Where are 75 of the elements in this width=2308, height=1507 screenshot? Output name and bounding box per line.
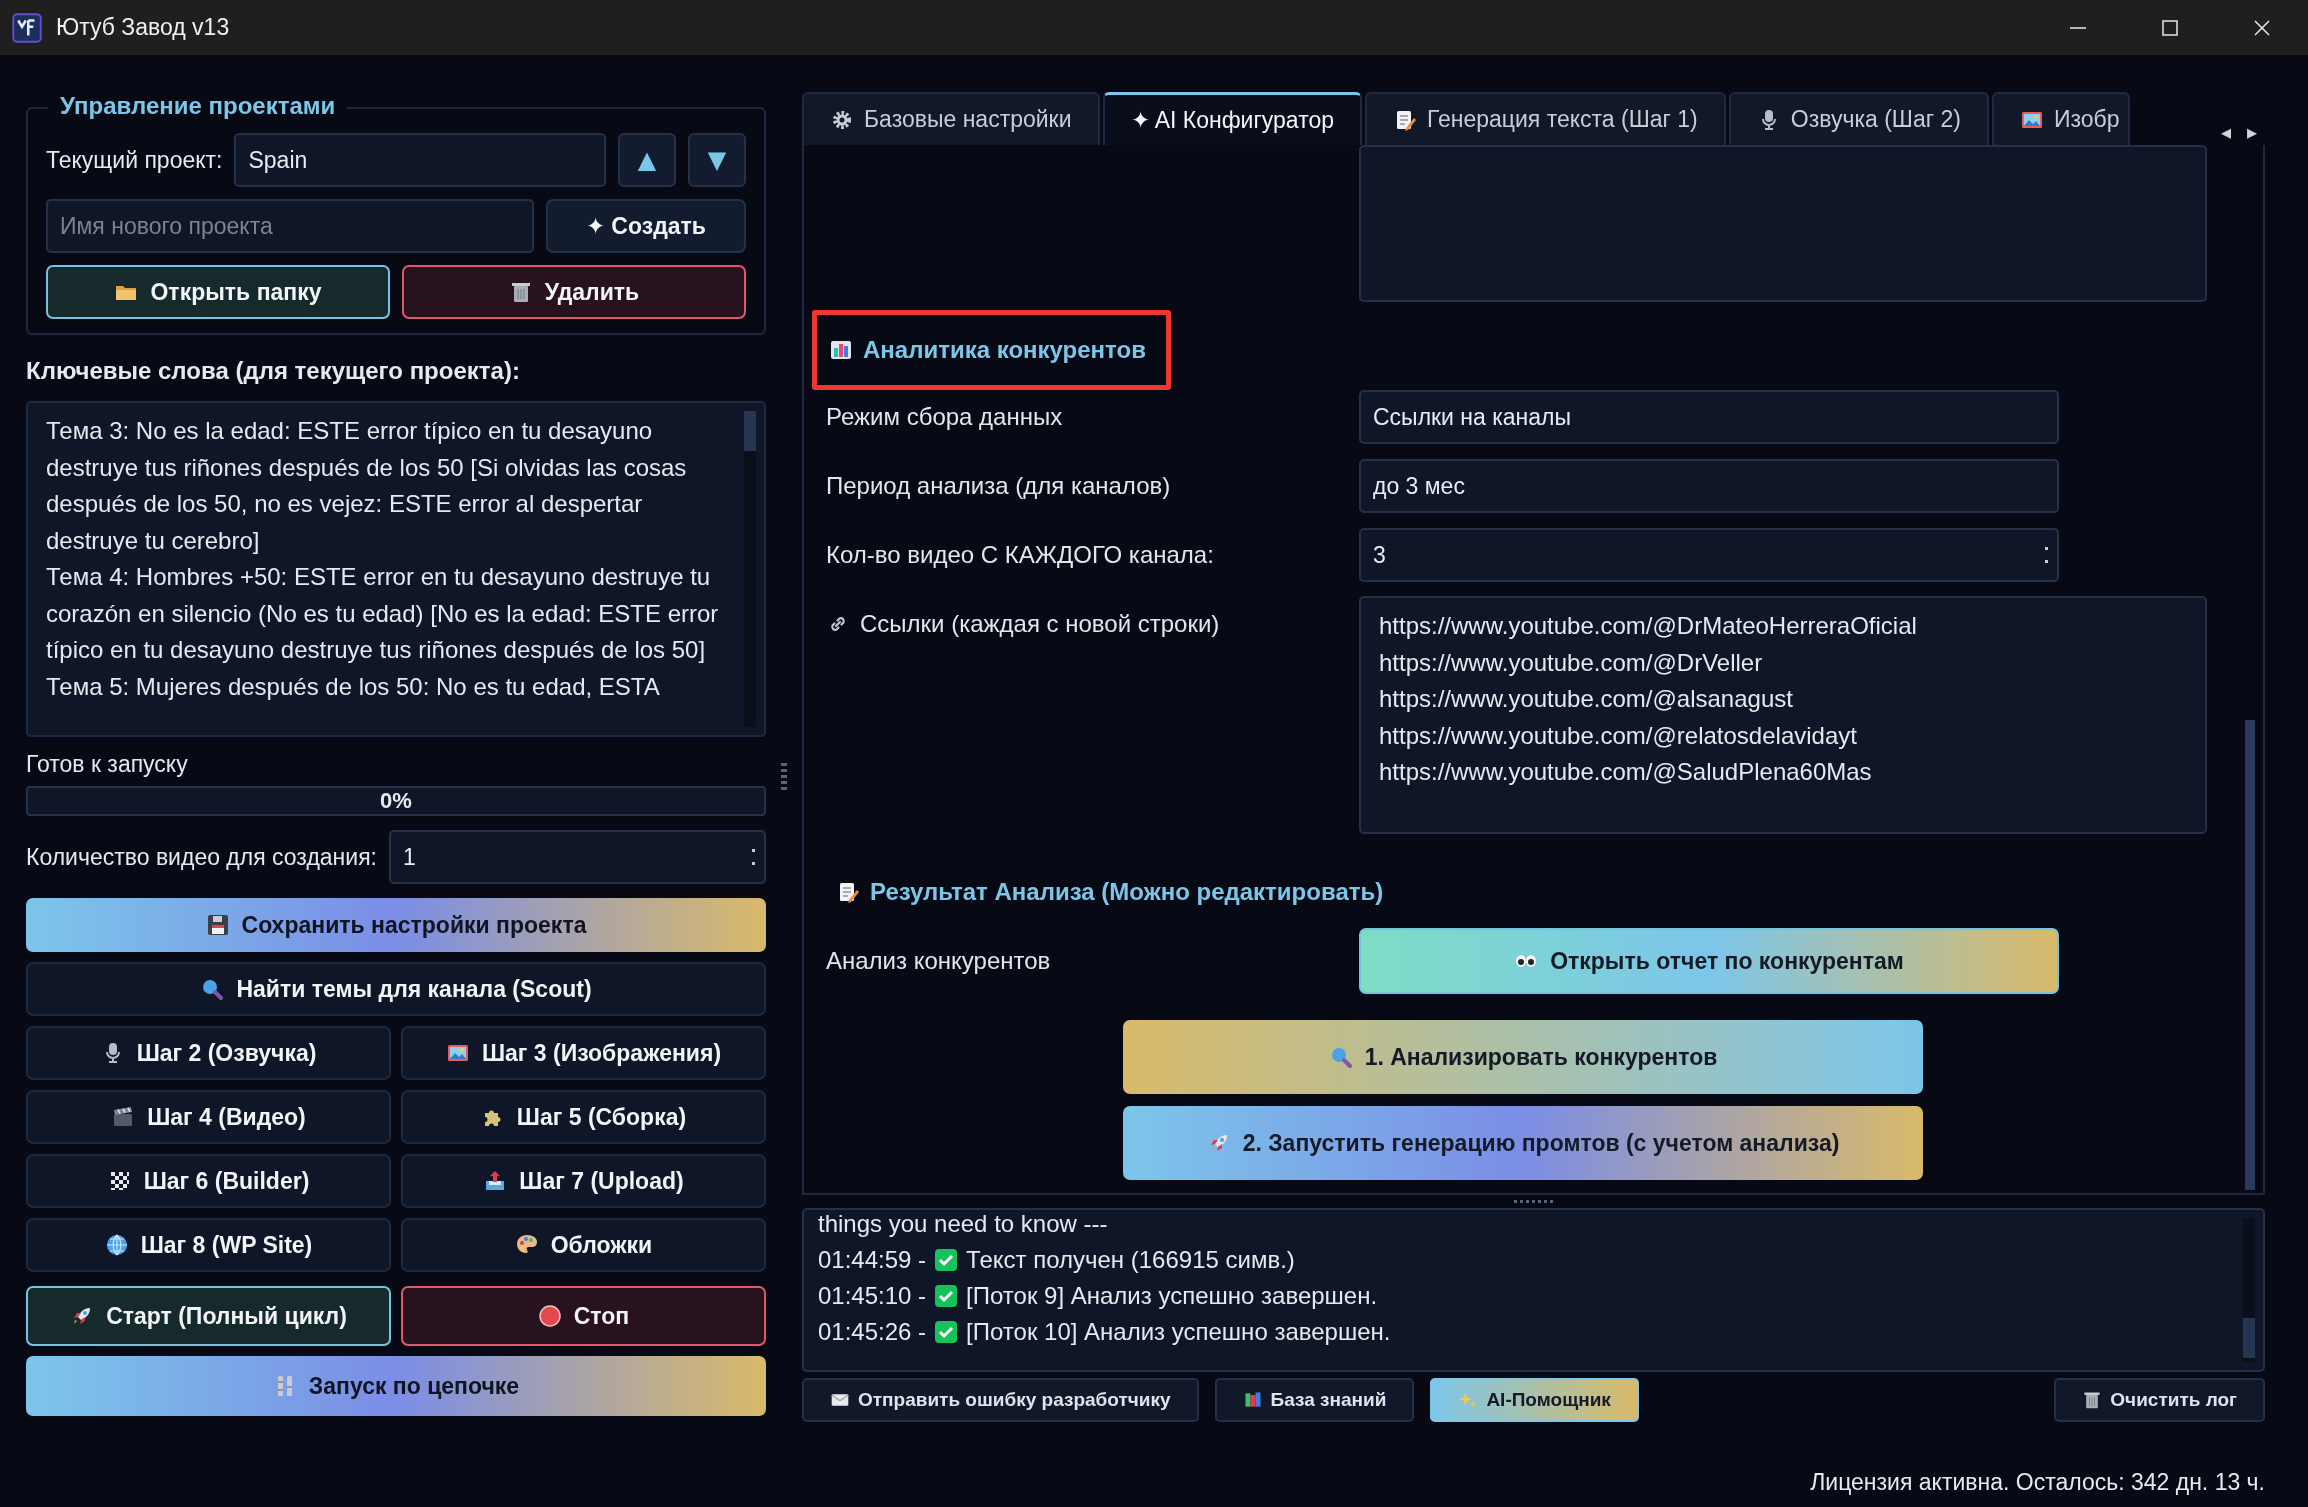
action-button[interactable]: 2. Запустить генерацию промтов (с учетом анализа) [1123, 1106, 1923, 1180]
log-entry: things you need to know --- [818, 1210, 1109, 1239]
field-label: Анализ конкурентов [826, 947, 1052, 975]
stop-icon [537, 1304, 562, 1328]
scrollbar[interactable] [744, 411, 756, 727]
splitter-handle[interactable] [1513, 1200, 1554, 1203]
action-button[interactable]: Запуск по цепочке [26, 1356, 766, 1416]
status-text: Готов к запуску [26, 751, 189, 778]
log-button[interactable]: База знаний [1214, 1378, 1415, 1422]
action-button[interactable]: Обложки [401, 1218, 766, 1272]
minimize-icon [2070, 26, 2086, 29]
log-button[interactable]: AI-Помощник [1430, 1378, 1639, 1422]
field-label: Количество видео для создания: [26, 843, 377, 871]
bar-chart-icon [829, 338, 853, 362]
scrollbar[interactable] [2243, 1218, 2255, 1362]
delete-button[interactable]: Удалить [402, 265, 746, 319]
keyword-line: Тема 5: Mujeres después de los 50: No es tu edad, ESTA [46, 671, 661, 702]
tab[interactable]: Озвучка (Шаг 2) [1728, 92, 1989, 145]
link-text: https://www.youtube.com/@alsanagust [1379, 684, 1794, 714]
keyword-line: Тема 3: No es la edad: ESTE error típico en tu desayuno destruye tus riñones después de los 50 [Si olvidas las cosas después de los 50, no es vejez: ESTE error al despertar destruye tu cerebro] [46, 416, 688, 556]
move-up-button[interactable]: ▲ [618, 133, 676, 187]
section-heading: Результат Анализа (Можно редактировать) [870, 878, 1384, 906]
field-label: Текущий проект: [46, 146, 223, 174]
keyword-line: Тема 4: Hombres +50: ESTE error en tu desayuno destruye tu corazón en silencio (No es tu edad) [No es la edad: ESTE error típico en tu desayuno destruye tus riñones después de los 50] [46, 562, 720, 665]
field-label: Режим сбора данных [826, 403, 1064, 431]
action-button[interactable]: Сохранить настройки проекта [26, 898, 766, 952]
splitter-handle[interactable] [781, 763, 787, 793]
action-button[interactable]: Шаг 3 (Изображения) [401, 1026, 766, 1080]
project-name-field[interactable]: Имя нового проекта [46, 199, 534, 253]
link-text: https://www.youtube.com/@relatosdelavidayt [1379, 720, 1858, 751]
window-title: Ютуб Завод v13 [56, 14, 230, 41]
status-bar-text: Лицензия активна. Осталось: 342 дн. 13 ч. [1810, 1469, 2265, 1496]
action-button[interactable]: Шаг 5 (Сборка) [401, 1090, 766, 1144]
app-logo-icon [12, 12, 42, 43]
dropdown[interactable]: до 3 мес [1359, 459, 2059, 513]
keywords-text-area[interactable] [26, 401, 766, 737]
field-label: Период анализа (для каналов) [826, 472, 1172, 500]
project-select[interactable]: Spain [234, 133, 606, 187]
action-button[interactable]: Старт (Полный цикл) [26, 1286, 391, 1346]
action-button[interactable]: Шаг 2 (Озвучка) [26, 1026, 391, 1080]
field-label: Ссылки (каждая с новой строки) [860, 610, 1220, 638]
scroll-right-button[interactable]: ▸ [2239, 119, 2265, 145]
section-label: Ключевые слова (для текущего проекта): [26, 357, 521, 385]
link-text: https://www.youtube.com/@SaludPlena60Mas [1379, 757, 1873, 787]
create-button[interactable]: ✦ Создать [546, 199, 746, 253]
action-button[interactable]: Шаг 8 (WP Site) [26, 1218, 391, 1272]
action-button[interactable]: 1. Анализировать конкурентов [1123, 1020, 1923, 1094]
link-text: https://www.youtube.com/@DrMateoHerreraOficial [1379, 611, 1918, 641]
action-button[interactable]: Шаг 7 (Upload) [401, 1154, 766, 1208]
count-spinbox[interactable]: 1 [389, 830, 766, 884]
tab[interactable]: Базовые настройки [802, 92, 1100, 145]
dropdown[interactable]: Ссылки на каналы [1359, 390, 2059, 444]
action-button[interactable]: Стоп [401, 1286, 766, 1346]
tab[interactable]: Генерация текста (Шаг 1) [1365, 92, 1726, 145]
field-label: Кол-во видео С КАЖДОГО канала: [826, 541, 1215, 569]
link-text: https://www.youtube.com/@DrVeller [1379, 647, 1764, 678]
trash-icon [2082, 1390, 2103, 1410]
section-heading: Аналитика конкурентов [863, 336, 1146, 364]
spinbox[interactable]: 3 [1359, 528, 2059, 582]
globe-icon [104, 1233, 129, 1257]
action-button[interactable]: Шаг 4 (Видео) [26, 1090, 391, 1144]
tab[interactable]: ✦ AI Конфигуратор [1102, 92, 1362, 145]
tab[interactable]: Изобр [1991, 92, 2130, 145]
magnifier-icon [200, 977, 225, 1001]
log-button[interactable]: Отправить ошибку разработчику [802, 1378, 1199, 1422]
text-area[interactable] [1359, 145, 2207, 302]
open-folder-button[interactable]: Открыть папку [46, 265, 390, 319]
links-text-area[interactable]: https://www.youtube.com/@DrMateoHerreraOficial https://www.youtube.com/@DrVeller https://www.youtube.com/@alsanagust https://www.youtube.com/@relatosdelavidayt https://www.youtube.com/@SaludPlena60Mas [1359, 596, 2207, 834]
open-report-button[interactable]: Открыть отчет по конкурентам [1359, 928, 2059, 994]
scroll-left-button[interactable]: ◂ [2213, 119, 2239, 145]
action-button[interactable]: Шаг 6 (Builder) [26, 1154, 391, 1208]
action-button[interactable]: Найти темы для канала (Scout) [26, 962, 766, 1016]
move-down-button[interactable]: ▼ [688, 133, 746, 187]
progress-text: 0% [380, 788, 412, 814]
log-button[interactable]: Очистить лог [2054, 1378, 2265, 1422]
